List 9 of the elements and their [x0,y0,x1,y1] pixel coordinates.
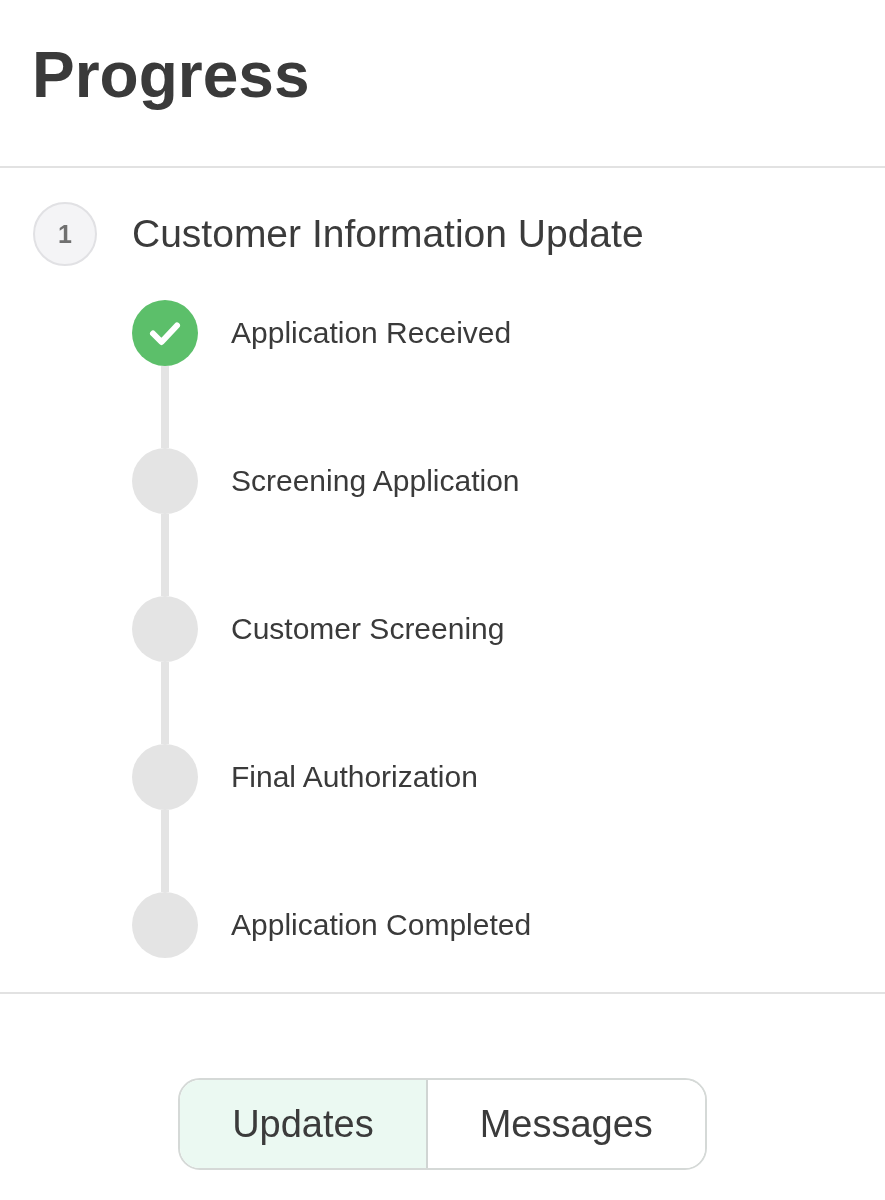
step-label: Final Authorization [231,759,478,795]
tab[interactable]: Messages [425,1080,705,1168]
section-title: Customer Information Update [132,211,644,257]
step-number: 1 [33,202,97,266]
step-label: Customer Screening [231,611,505,647]
tab[interactable]: Updates [180,1080,426,1168]
step-label: Screening Application [231,463,520,499]
step-label: Application Received [231,315,512,351]
step-label: Application Completed [231,907,532,943]
